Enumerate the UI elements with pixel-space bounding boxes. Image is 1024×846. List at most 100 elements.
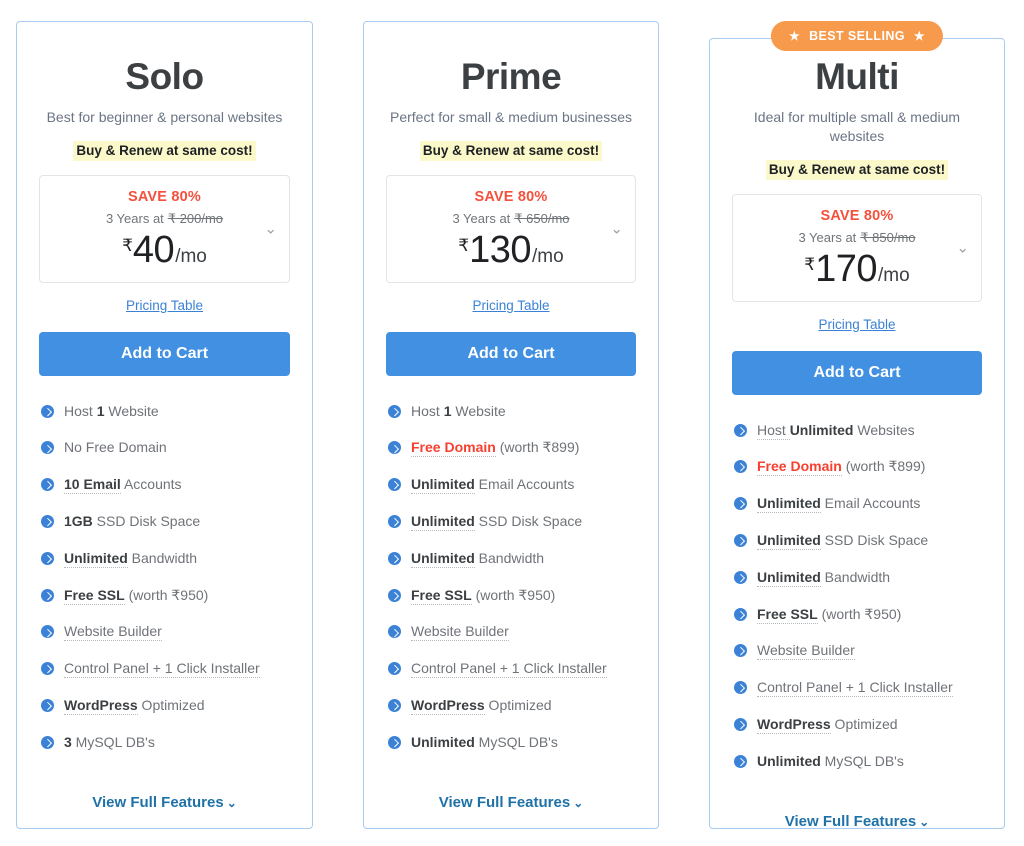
view-full-features-label: View Full Features — [439, 794, 570, 811]
chevron-down-icon[interactable]: ⌄ — [956, 240, 969, 255]
feature-text-part: Free Domain — [757, 458, 842, 476]
chevron-down-icon[interactable]: ⌄ — [264, 221, 277, 236]
feature-item: Host 1 Website — [41, 403, 292, 420]
term-text: 3 Years at — [452, 211, 510, 226]
feature-text: Website Builder — [64, 623, 162, 640]
feature-list: Host 1 WebsiteNo Free Domain10 Email Acc… — [17, 403, 312, 751]
feature-text-part: 10 Email — [64, 476, 121, 494]
feature-item: Control Panel + 1 Click Installer — [41, 660, 292, 677]
add-to-cart-button[interactable]: Add to Cart — [386, 332, 636, 376]
old-price: ₹ 650/mo — [514, 211, 569, 226]
pricing-card-prime: PrimePerfect for small & medium business… — [363, 21, 659, 829]
arrow-circle-icon — [41, 552, 54, 565]
best-selling-badge: ★BEST SELLING★ — [771, 21, 943, 51]
feature-list: Host 1 WebsiteFree Domain (worth ₹899)Un… — [364, 403, 658, 751]
arrow-circle-icon — [734, 424, 747, 437]
feature-text: WordPress Optimized — [64, 697, 205, 714]
arrow-circle-icon — [388, 662, 401, 675]
feature-text-part: Optimized — [485, 697, 552, 713]
arrow-circle-icon — [388, 441, 401, 454]
feature-text-part: Optimized — [831, 716, 898, 732]
feature-text-part: 3 — [64, 734, 72, 750]
feature-text: Unlimited Bandwidth — [411, 550, 544, 567]
arrow-circle-icon — [734, 718, 747, 731]
feature-text-part: Website Builder — [411, 623, 509, 641]
chevron-down-icon: ⌄ — [573, 796, 583, 810]
feature-item: Unlimited Bandwidth — [41, 550, 292, 567]
feature-text-part: Control Panel + 1 Click Installer — [411, 660, 607, 678]
feature-text-part: Unlimited — [757, 495, 821, 513]
feature-text-part: Email Accounts — [821, 495, 921, 511]
feature-text: Host 1 Website — [64, 403, 159, 420]
feature-item: Unlimited Bandwidth — [388, 550, 638, 567]
feature-text: 3 MySQL DB's — [64, 734, 155, 751]
feature-item: Unlimited MySQL DB's — [388, 734, 638, 751]
add-to-cart-button[interactable]: Add to Cart — [732, 351, 982, 395]
price-amount: 170 — [815, 250, 877, 288]
arrow-circle-icon — [388, 552, 401, 565]
arrow-circle-icon — [734, 571, 747, 584]
feature-text-part: (worth ₹899) — [496, 439, 580, 455]
price-box[interactable]: SAVE 80%3 Years at₹ 200/mo₹40/mo⌄ — [39, 175, 290, 283]
feature-text: WordPress Optimized — [757, 716, 898, 733]
feature-text-part: Free SSL — [757, 606, 818, 624]
view-full-features-link[interactable]: View Full Features⌄ — [710, 813, 1004, 830]
save-label: SAVE 80% — [397, 187, 625, 209]
feature-text: Free SSL (worth ₹950) — [64, 587, 208, 604]
feature-text: Control Panel + 1 Click Installer — [757, 679, 953, 696]
feature-item: Free Domain (worth ₹899) — [388, 439, 638, 456]
feature-text-part: Unlimited — [757, 569, 821, 587]
price-amount: 130 — [469, 231, 531, 269]
feature-text-part: (worth ₹950) — [125, 587, 209, 603]
badge-label: BEST SELLING — [809, 29, 905, 43]
feature-text: Unlimited SSD Disk Space — [411, 513, 582, 530]
feature-text: Free SSL (worth ₹950) — [757, 606, 901, 623]
chevron-down-icon[interactable]: ⌄ — [610, 221, 623, 236]
feature-text: Unlimited Bandwidth — [757, 569, 890, 586]
pricing-plans-page: SoloBest for beginner & personal website… — [0, 0, 1024, 846]
feature-text: Free SSL (worth ₹950) — [411, 587, 555, 604]
arrow-circle-icon — [41, 441, 54, 454]
feature-item: 3 MySQL DB's — [41, 734, 292, 751]
feature-item: Unlimited MySQL DB's — [734, 753, 984, 770]
arrow-circle-icon — [734, 755, 747, 768]
feature-text-part: Unlimited — [411, 513, 475, 531]
renew-note-wrap: Buy & Renew at same cost! — [17, 141, 312, 161]
feature-item: Website Builder — [41, 623, 292, 640]
pricing-table-link[interactable]: Pricing Table — [364, 298, 658, 313]
pricing-table-link[interactable]: Pricing Table — [710, 317, 1004, 332]
feature-text-part: Accounts — [121, 476, 182, 492]
card-inner: ★BEST SELLING★MultiIdeal for multiple sm… — [710, 39, 1004, 828]
feature-text-part: MySQL DB's — [821, 753, 904, 769]
view-full-features-link[interactable]: View Full Features⌄ — [364, 794, 658, 811]
feature-item: Free SSL (worth ₹950) — [388, 587, 638, 604]
per-month-label: /mo — [878, 266, 910, 285]
feature-text-part: WordPress — [757, 716, 831, 734]
feature-text-part: Website Builder — [64, 623, 162, 641]
price-box[interactable]: SAVE 80%3 Years at₹ 850/mo₹170/mo⌄ — [732, 194, 982, 302]
feature-text-part: Unlimited — [757, 753, 821, 769]
feature-text-part: Website — [451, 403, 505, 419]
feature-item: Free Domain (worth ₹899) — [734, 458, 984, 475]
chevron-down-icon: ⌄ — [227, 796, 237, 810]
feature-list: Host Unlimited WebsitesFree Domain (wort… — [710, 422, 1004, 770]
feature-item: Website Builder — [388, 623, 638, 640]
feature-text: Unlimited MySQL DB's — [411, 734, 558, 751]
feature-text: Website Builder — [411, 623, 509, 640]
card-content: SoloBest for beginner & personal website… — [17, 22, 312, 811]
feature-text: Unlimited Email Accounts — [411, 476, 574, 493]
plan-name: Prime — [364, 58, 658, 95]
pricing-table-link[interactable]: Pricing Table — [17, 298, 312, 313]
feature-item: Unlimited SSD Disk Space — [388, 513, 638, 530]
plan-name: Solo — [17, 58, 312, 95]
view-full-features-link[interactable]: View Full Features⌄ — [17, 794, 312, 811]
price-box[interactable]: SAVE 80%3 Years at₹ 650/mo₹130/mo⌄ — [386, 175, 636, 283]
arrow-circle-icon — [41, 589, 54, 602]
arrow-circle-icon — [41, 478, 54, 491]
feature-text-part: Unlimited — [411, 550, 475, 568]
feature-text: Unlimited Email Accounts — [757, 495, 920, 512]
arrow-circle-icon — [41, 405, 54, 418]
feature-text-part: (worth ₹899) — [842, 458, 926, 474]
feature-item: Control Panel + 1 Click Installer — [734, 679, 984, 696]
add-to-cart-button[interactable]: Add to Cart — [39, 332, 290, 376]
